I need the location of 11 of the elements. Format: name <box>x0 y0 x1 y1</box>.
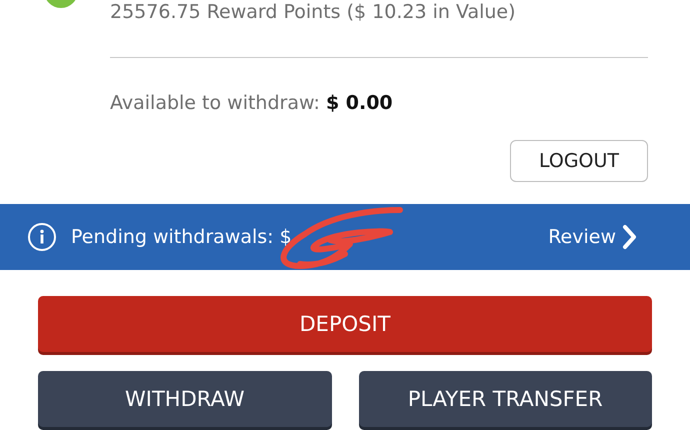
pending-withdrawals-text: Pending withdrawals: $ <box>71 226 293 248</box>
review-link[interactable]: Review <box>548 224 638 250</box>
action-button[interactable]: PLAYER TRANSFER <box>358 371 652 427</box>
deposit-button[interactable]: DEPOSIT <box>38 296 652 352</box>
reward-points: 25576.75 Reward Points ($ 10.23 in Value) <box>110 0 517 24</box>
info-icon <box>27 222 57 252</box>
available-label: Available to withdraw: <box>110 92 320 114</box>
logout-button[interactable]: LOGOUT <box>510 140 648 182</box>
available-amount: $ 0.00 <box>326 92 393 114</box>
action-button[interactable]: WITHDRAW <box>38 371 332 427</box>
chevron-right-icon <box>622 224 638 250</box>
